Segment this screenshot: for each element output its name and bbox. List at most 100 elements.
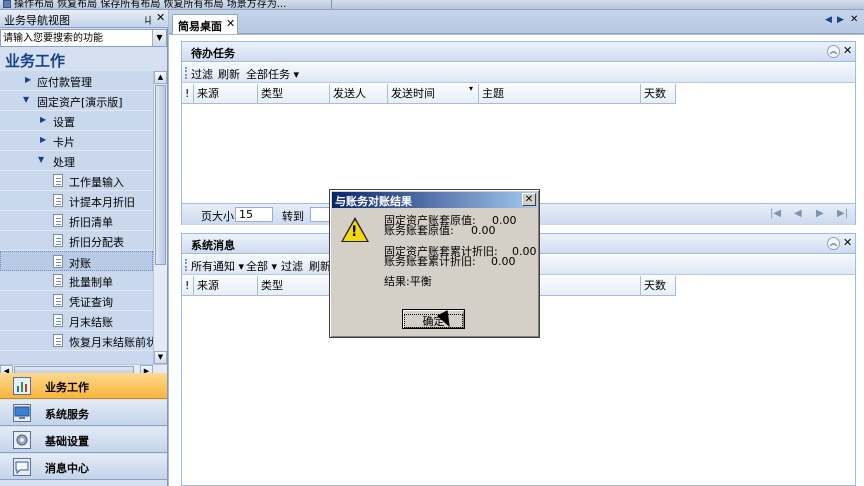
expand-arrow-icon[interactable]: ▶ — [40, 115, 46, 124]
nav-button-system-service[interactable]: 系统服务 — [0, 400, 167, 426]
tab-bar-close-icon[interactable]: ✕ — [850, 14, 858, 25]
tree-item-depreciation-list[interactable]: 折旧清单 — [0, 211, 153, 231]
document-icon — [53, 274, 63, 287]
tree-vertical-scrollbar[interactable]: ▲ ▼ — [153, 71, 167, 364]
tree-item-card[interactable]: ▶ 卡片 — [0, 131, 153, 151]
nav-button-basic-settings[interactable]: 基础设置 — [0, 427, 167, 453]
refresh-button[interactable]: 刷新 — [218, 66, 240, 82]
column-header-days[interactable]: 天数 — [641, 276, 676, 295]
all-dropdown[interactable]: 全部 ▾ — [246, 258, 277, 274]
all-tasks-dropdown[interactable]: 全部任务 ▾ — [246, 66, 299, 82]
column-header-source[interactable]: 来源 — [194, 276, 258, 295]
column-header-type[interactable]: 类型 — [258, 276, 330, 295]
column-header-priority[interactable]: ! — [182, 276, 194, 295]
tree-item-fixed-assets[interactable]: ▼ 固定资产[演示版] — [0, 91, 153, 111]
dialog-title: 与账务对账结果 — [335, 195, 412, 208]
reconciliation-result: 结果:平衡 — [384, 275, 432, 288]
panel-close-icon[interactable]: ✕ — [843, 44, 852, 57]
search-dropdown-icon[interactable]: ▼ — [152, 30, 166, 46]
column-header-type[interactable]: 类型 — [258, 84, 330, 103]
tree-item-restore-month-end[interactable]: 恢复月末结账前状态 — [0, 331, 153, 351]
column-header-priority[interactable]: ! — [182, 84, 194, 103]
tree-item-label: 处理 — [53, 156, 75, 169]
dialog-close-icon[interactable]: ✕ — [522, 193, 536, 206]
tab-scroll-left-icon[interactable]: ◀ — [825, 15, 832, 25]
tree-item-reconciliation[interactable]: 对账 — [0, 251, 153, 271]
document-icon — [53, 294, 63, 307]
collapse-icon[interactable]: ︽ — [827, 237, 840, 250]
ledger-original-value: 0.00 — [471, 224, 496, 237]
column-header-days[interactable]: 天数 — [641, 84, 676, 103]
scroll-down-icon[interactable]: ▼ — [154, 351, 167, 364]
ok-button[interactable]: 确定 — [402, 309, 465, 329]
top-menu-text[interactable]: 操作布局 恢复布局 保存所有布局 恢复所有布局 场景方存为... — [14, 0, 286, 9]
tab-close-icon[interactable]: ✕ — [226, 17, 235, 30]
previous-page-icon[interactable]: ◀ — [794, 208, 802, 219]
sidebar-close-icon[interactable]: ✕ — [156, 11, 165, 24]
business-navigation-sidebar: 业务导航视图 ㄐ ✕ ▼ 业务工作 ▶ 应付款管理 ▼ 固定资产[演示版] ▶ … — [0, 10, 168, 486]
asset-original-value: 0.00 — [492, 214, 517, 227]
message-icon — [13, 458, 31, 476]
column-header-subject[interactable]: 主题 — [479, 84, 641, 103]
nav-button-label: 基础设置 — [45, 435, 89, 448]
expand-arrow-icon[interactable]: ▶ — [40, 135, 46, 144]
reconciliation-result-dialog: 与账务对账结果 ✕ ! 固定资产账套原值: 0.00 账务账套原值: 0.00 … — [329, 189, 540, 338]
filter-button[interactable]: 过滤 — [191, 66, 213, 82]
gear-icon — [13, 431, 31, 449]
next-page-icon[interactable]: ▶ — [816, 208, 824, 219]
tree-item-label: 设置 — [53, 116, 75, 129]
ledger-accumulated-depreciation-label: 账务账套累计折旧: — [384, 255, 476, 268]
collapse-icon[interactable]: ︽ — [827, 45, 840, 58]
tree-item-label: 应付款管理 — [37, 76, 92, 89]
pin-icon[interactable]: ㄐ — [143, 12, 153, 27]
filter-button[interactable]: 过滤 — [281, 258, 303, 274]
ok-button-label: 确定 — [403, 313, 464, 329]
document-icon — [53, 334, 63, 347]
monitor-icon — [13, 404, 31, 422]
sort-descending-icon[interactable]: ▾ — [469, 84, 473, 93]
tree-item-payables[interactable]: ▶ 应付款管理 — [0, 71, 153, 91]
asset-accumulated-depreciation: 0.00 — [512, 245, 537, 258]
scroll-thumb[interactable] — [155, 85, 166, 265]
nav-button-label: 消息中心 — [45, 462, 89, 475]
first-page-icon[interactable]: |◀ — [770, 208, 781, 219]
tree-item-label: 批量制单 — [69, 276, 113, 289]
tree-item-label: 计提本月折旧 — [69, 196, 135, 209]
document-icon — [53, 234, 63, 247]
sidebar-section-title: 业务工作 — [5, 52, 66, 70]
ledger-original-value-label: 账务账套原值: — [384, 224, 454, 237]
business-tree: ▶ 应付款管理 ▼ 固定资产[演示版] ▶ 设置 ▶ 卡片 ▼ 处理 工作量输入… — [0, 71, 153, 364]
collapse-arrow-icon[interactable]: ▼ — [23, 95, 29, 104]
tree-item-label: 折旧分配表 — [69, 236, 124, 249]
nav-button-message-center[interactable]: 消息中心 — [0, 454, 167, 480]
last-page-icon[interactable]: ▶| — [837, 208, 848, 219]
tree-item-processing[interactable]: ▼ 处理 — [0, 151, 153, 171]
tree-item-voucher-query[interactable]: 凭证查询 — [0, 291, 153, 311]
tree-item-monthly-depreciation[interactable]: 计提本月折旧 — [0, 191, 153, 211]
document-icon — [53, 194, 63, 207]
tree-item-month-end-close[interactable]: 月末结账 — [0, 311, 153, 331]
collapse-arrow-icon[interactable]: ▼ — [38, 155, 44, 164]
expand-arrow-icon[interactable]: ▶ — [25, 75, 31, 84]
column-header-send-time[interactable]: 发送时间 — [388, 84, 479, 103]
tree-item-label: 固定资产[演示版] — [37, 96, 123, 109]
page-size-input[interactable]: 15 — [235, 207, 273, 222]
tree-item-settings[interactable]: ▶ 设置 — [0, 111, 153, 131]
column-header-sender[interactable]: 发送人 — [330, 84, 388, 103]
refresh-button[interactable]: 刷新 — [309, 258, 331, 274]
all-notices-dropdown[interactable]: 所有通知 ▾ — [191, 258, 244, 274]
scroll-up-icon[interactable]: ▲ — [154, 71, 167, 84]
nav-button-business-work[interactable]: 业务工作 — [0, 373, 167, 399]
tree-item-batch-voucher[interactable]: 批量制单 — [0, 271, 153, 291]
tab-simple-desktop[interactable]: 简易桌面 ✕ — [172, 14, 238, 34]
panel-close-icon[interactable]: ✕ — [843, 236, 852, 249]
tree-item-depreciation-allocation[interactable]: 折旧分配表 — [0, 231, 153, 251]
function-search-input[interactable] — [3, 31, 151, 45]
document-icon — [53, 314, 63, 327]
document-icon — [53, 174, 63, 187]
tree-item-workload-input[interactable]: 工作量输入 — [0, 171, 153, 191]
tab-scroll-right-icon[interactable]: ▶ — [837, 15, 844, 25]
column-header-source[interactable]: 来源 — [194, 84, 258, 103]
toolbar-grip — [185, 67, 188, 79]
todo-panel-title: 待办任务 — [191, 47, 235, 60]
